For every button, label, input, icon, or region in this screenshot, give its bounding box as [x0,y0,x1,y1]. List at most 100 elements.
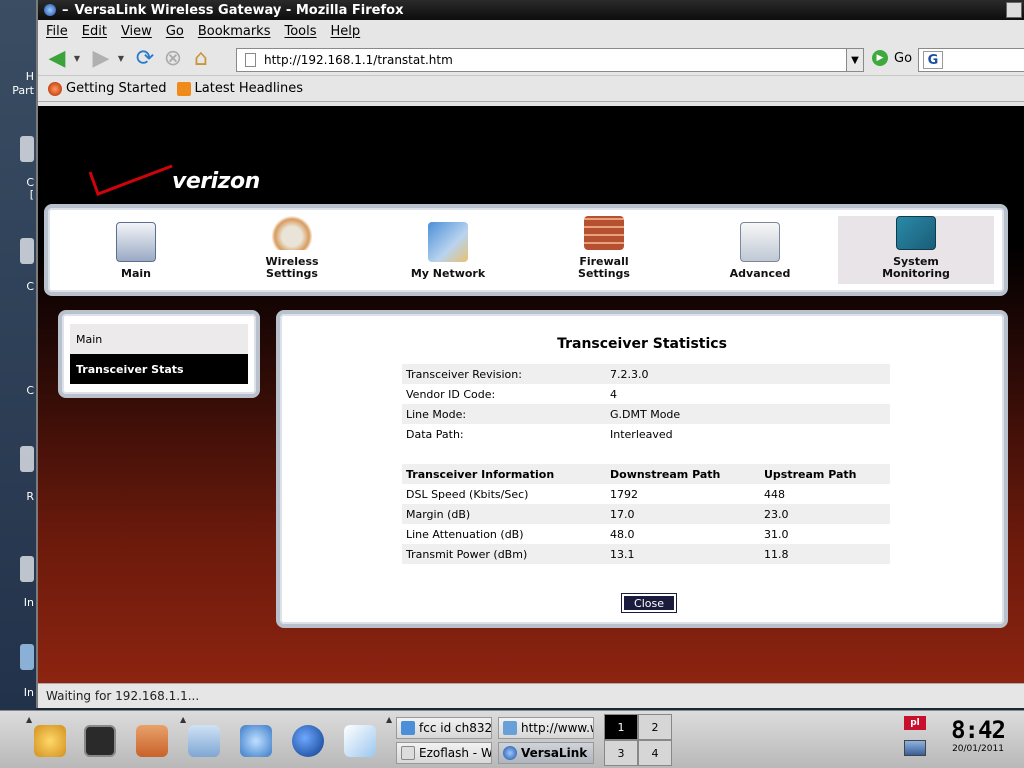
desktop-file-icon[interactable] [20,136,34,162]
desktop-4[interactable]: 4 [638,740,672,766]
panel-arrow-icon[interactable]: ▲ [26,715,32,724]
home-button[interactable]: ⌂ [188,46,214,72]
desktop-3[interactable]: 3 [604,740,638,766]
panel-arrow-icon[interactable]: ▲ [386,715,392,724]
system-tray: pl [904,716,930,762]
editor-icon[interactable] [344,725,376,757]
task-ezoflash[interactable]: Ezoflash - W [396,742,492,764]
task-label: VersaLink [521,746,588,760]
page-icon [245,53,256,67]
nav-label: Main [121,267,151,280]
menu-tools[interactable]: Tools [284,24,316,39]
menu-view[interactable]: View [121,24,152,39]
close-button[interactable]: Close [621,593,677,613]
minimize-icon[interactable]: – [62,3,69,18]
page-content: verizon Main Wireless Settings My Networ… [38,106,1024,683]
desktop-file-icon[interactable] [20,446,34,472]
row-label: Data Path: [406,427,464,441]
clock-date: 20/01/2011 [952,744,1004,754]
url-history-dropdown[interactable]: ▼ [846,48,864,72]
desktop-file-icon[interactable] [20,238,34,264]
desktop-pager: 1 2 3 4 [604,714,672,766]
konqueror-icon[interactable] [240,725,272,757]
search-box[interactable]: G [918,48,1024,72]
task-versalink[interactable]: VersaLink [498,742,594,764]
nav-my-network[interactable]: My Network [370,216,526,284]
desktop-file-icon[interactable] [20,556,34,582]
desktop-icon-label[interactable]: In [2,686,36,699]
menu-file[interactable]: File [46,24,68,39]
table-header-row: Transceiver Information Downstream Path … [402,464,890,484]
row-value: 4 [610,387,617,401]
table-row: Margin (dB) 17.0 23.0 [402,504,890,524]
google-icon [401,721,415,735]
desktop-icon-label[interactable]: [ [2,188,36,201]
desktop-icon-label[interactable]: C [2,384,36,397]
desktop-2[interactable]: 2 [638,714,672,740]
go-button[interactable]: ▶ Go [872,50,912,66]
upstream-value: 11.8 [760,544,890,564]
desktop-icon-label[interactable]: H [2,70,36,83]
display-icon[interactable] [904,740,926,756]
row-label: Line Mode: [402,404,606,424]
window-menu-icon[interactable] [44,4,56,16]
search-engine-icon[interactable]: G [923,51,943,69]
task-http[interactable]: http://www.w [498,717,594,739]
folder-icon[interactable] [20,644,34,670]
desktop-icon-label[interactable]: Part [2,84,36,97]
nav-advanced[interactable]: Advanced [682,216,838,284]
nav-system-monitoring[interactable]: System Monitoring [838,216,994,284]
column-header: Downstream Path [606,464,760,484]
nav-label: System Monitoring [882,255,950,280]
back-history-icon[interactable]: ▼ [72,46,82,72]
logo-text: verizon [172,169,260,194]
top-navigation: Main Wireless Settings My Network Firewa… [44,204,1008,296]
close-window-button[interactable] [1006,2,1022,18]
file-manager-icon[interactable] [188,725,220,757]
table-row: DSL Speed (Kbits/Sec) 1792 448 [402,484,890,504]
kde-menu-icon[interactable] [34,725,66,757]
menu-go[interactable]: Go [166,24,184,39]
task-label: fcc id ch832 [419,721,492,735]
forward-history-icon[interactable]: ▼ [116,46,126,72]
url-text[interactable]: http://192.168.1.1/transtat.htm [264,53,453,67]
terminal-icon[interactable] [84,725,116,757]
nav-wireless-settings[interactable]: Wireless Settings [214,216,370,284]
desktop-1[interactable]: 1 [604,714,638,740]
ezoflash-icon [401,746,415,760]
bookmark-label: Latest Headlines [194,81,304,96]
desktop-icon-label[interactable]: C [2,280,36,293]
verizon-logo[interactable]: verizon [86,160,268,200]
url-bar[interactable]: http://192.168.1.1/transtat.htm [236,48,849,72]
globe-icon[interactable] [292,725,324,757]
stop-button[interactable]: ⊗ [160,46,186,72]
menu-edit[interactable]: Edit [82,24,107,39]
firefox-icon [503,746,517,760]
desktop-icon-label[interactable]: R [2,490,36,503]
sidebar-item-main[interactable]: Main [70,324,248,354]
bookmark-latest-headlines[interactable]: Latest Headlines [176,81,304,96]
nav-main[interactable]: Main [58,216,214,284]
upstream-value: 448 [764,487,785,501]
desktop-icon-label[interactable]: In [2,596,36,609]
bookmark-getting-started[interactable]: Getting Started [48,81,167,96]
panel-arrow-icon[interactable]: ▲ [180,715,186,724]
firewall-icon [584,216,624,250]
upstream-value: 23.0 [760,504,890,524]
clock[interactable]: 8:42 20/01/2011 [948,716,1008,754]
keyboard-layout-icon[interactable]: pl [904,716,926,730]
nav-firewall-settings[interactable]: Firewall Settings [526,216,682,284]
menu-help[interactable]: Help [331,24,361,39]
row-label: DSL Speed (Kbits/Sec) [406,487,529,501]
task-fcc-id[interactable]: fcc id ch832 [396,717,492,739]
home-folder-icon[interactable] [136,725,168,757]
transceiver-stats-table: Transceiver Revision: 7.2.3.0 Vendor ID … [402,364,890,564]
title-bar[interactable]: – VersaLink Wireless Gateway - Mozilla F… [38,0,1024,20]
reload-button[interactable]: ⟳ [132,46,158,72]
forward-button[interactable]: ▶ [88,46,114,72]
row-label: Vendor ID Code: [406,387,496,401]
sidebar-item-transceiver-stats[interactable]: Transceiver Stats [70,354,248,384]
menu-bookmarks[interactable]: Bookmarks [198,24,271,39]
table-row: Data Path: Interleaved [402,424,890,444]
back-button[interactable]: ◀ [44,46,70,72]
